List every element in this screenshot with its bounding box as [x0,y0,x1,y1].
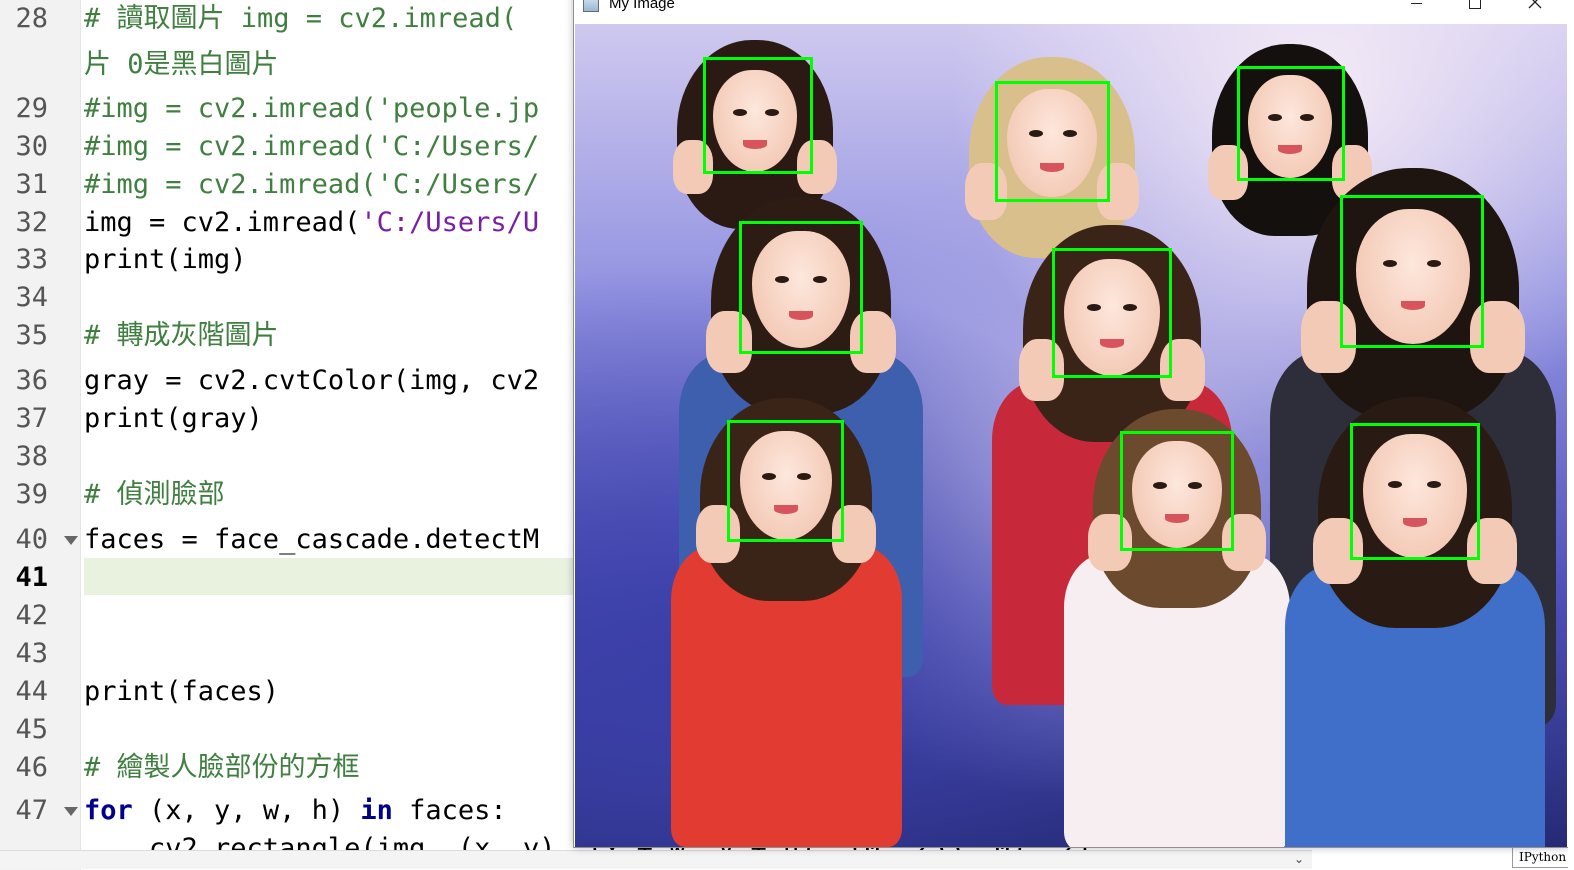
code-token-comment: # 轉成灰階圖片 [84,320,279,351]
code-token-comment: # 繪製人臉部份的方框 [84,752,360,783]
line-number: 40 [15,524,48,555]
horizontal-scrollbar[interactable] [0,850,1312,869]
code-line[interactable]: img = cv2.imread('C:/Users/U [84,204,539,242]
code-line[interactable]: # 偵測臉部 [84,476,225,514]
face-detection-box [1120,431,1234,551]
code-token-plain: print(faces) [84,676,280,707]
line-number: 45 [15,714,48,745]
code-token-keyword: for [84,795,133,826]
line-number: 35 [15,320,48,351]
code-token-keyword: in [360,795,393,826]
line-number [0,46,48,84]
fold-toggle-icon[interactable] [64,536,78,545]
ipython-tab[interactable]: IPython [1512,846,1574,868]
line-number: 39 [15,479,48,510]
desktop: 28 29 30 31 32 33 34 35 36 37 38 39 40 41 42 43 44 45 46 47… [0,0,1574,870]
window-app-icon [583,0,599,12]
close-icon [1528,0,1542,9]
face-detection-box [1052,248,1172,378]
maximize-icon [1469,0,1481,9]
code-line[interactable]: print(gray) [84,400,263,438]
line-number: 31 [15,169,48,200]
fold-toggle-icon[interactable] [64,807,78,816]
code-token-comment: #img = cv2.imread('C:/Users/ [84,131,540,162]
code-token-plain: gray = cv2.cvtColor(img, cv2 [84,365,540,396]
code-line[interactable]: for (x, y, w, h) in faces: [84,792,507,830]
close-button[interactable] [1512,0,1558,17]
code-token-plain: print(gray) [84,403,263,434]
line-number: 36 [15,365,48,396]
code-line[interactable]: #img = cv2.imread('C:/Users/ [84,166,539,204]
window-title: My Image [609,0,675,12]
line-number: 42 [15,600,48,631]
face-detection-box [995,81,1110,202]
code-line[interactable]: # 讀取圖片 img = cv2.imread( [84,0,517,38]
code-line[interactable]: # 轉成灰階圖片 [84,317,279,355]
maximize-button[interactable] [1452,0,1498,17]
current-line-highlight [84,558,584,595]
code-token-comment: #img = cv2.imread('people.jp [84,93,540,124]
code-line[interactable]: print(img) [84,241,247,279]
face-detection-box [1340,195,1484,348]
code-token-comment: #img = cv2.imread('C:/Users/ [84,169,540,200]
detected-faces-photo [575,24,1567,847]
line-number: 38 [15,441,48,472]
code-token-comment: 片 0是黑白圖片 [84,49,279,80]
code-line[interactable]: faces = face_cascade.detectM [84,521,539,559]
code-line[interactable]: # 繪製人臉部份的方框 [84,749,360,787]
line-number: 28 [15,3,48,34]
vertical-scrollbar[interactable] [1568,0,1574,870]
image-window[interactable]: My Image [573,0,1569,848]
face-detection-box [703,57,813,174]
line-number-gutter: 28 29 30 31 32 33 34 35 36 37 38 39 40 41 42 43 44 45 46 47 [0,0,81,870]
code-line[interactable]: 片 0是黑白圖片 [84,46,279,84]
code-token-string: 'C:/Users/U [360,207,540,238]
code-line[interactable]: print(faces) [84,673,279,711]
line-number: 44 [15,676,48,707]
minimize-icon [1411,3,1422,4]
code-token-plain: faces = face_cascade.detectM [84,524,540,555]
code-line[interactable]: gray = cv2.cvtColor(img, cv2 [84,362,539,400]
face-detection-box [727,420,844,542]
line-number: 29 [15,93,48,124]
face-detection-box [739,221,863,354]
code-token-plain: img = cv2.imread( [84,207,361,238]
code-token-plain: (x, y, w, h) [132,795,361,826]
code-token-comment: # 讀取圖片 img = cv2.imread( [84,3,518,34]
line-number: 33 [15,244,48,275]
chevron-down-icon[interactable]: ⌄ [1294,852,1304,866]
line-number: 43 [15,638,48,669]
line-number: 41 [15,562,48,593]
code-token-plain: print(img) [84,244,247,275]
code-line[interactable]: #img = cv2.imread('people.jp [84,90,539,128]
code-line[interactable]: #img = cv2.imread('C:/Users/ [84,128,539,166]
line-number: 34 [15,282,48,313]
window-title-bar[interactable]: My Image [574,0,1568,23]
line-number: 32 [15,207,48,238]
line-number: 30 [15,131,48,162]
face-detection-box [1350,423,1480,560]
minimize-button[interactable] [1394,0,1440,17]
line-number: 47 [15,795,48,826]
line-number: 37 [15,403,48,434]
code-token-plain: faces: [392,795,507,826]
face-detection-box [1237,66,1345,181]
line-number: 46 [15,752,48,783]
code-token-comment: # 偵測臉部 [84,479,225,510]
